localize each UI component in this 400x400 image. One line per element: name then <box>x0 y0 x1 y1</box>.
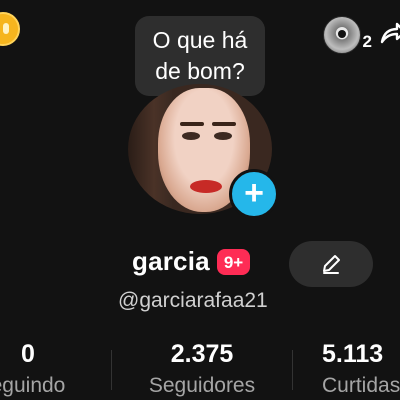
profile-handle: @garciarafaa21 <box>118 289 268 312</box>
share-arrow-icon[interactable] <box>380 22 400 44</box>
pencil-icon <box>323 255 340 274</box>
friends-count: 2 <box>362 32 372 51</box>
likes-count: 5.113 <box>322 340 384 368</box>
bubble-text-line2: de bom? <box>155 58 245 84</box>
friends-button[interactable]: 2 <box>322 16 372 54</box>
followers-count: 2.375 <box>170 340 234 368</box>
coin-icon[interactable] <box>0 12 20 46</box>
add-story-button[interactable]: + <box>229 169 279 219</box>
profile-name-row: garcia 9+ <box>132 246 251 277</box>
profile-name: garcia <box>132 246 210 276</box>
likes-label: Curtidas <box>322 374 400 397</box>
avatar-lips <box>190 180 222 193</box>
avatar-eye-right <box>214 132 232 140</box>
stat-divider <box>292 350 293 390</box>
friend-avatar <box>322 16 361 54</box>
plus-icon: + <box>244 173 264 212</box>
bubble-text-line1: O que há <box>152 27 248 53</box>
avatar-brow-left <box>180 122 204 126</box>
notification-badge[interactable]: 9+ <box>216 248 251 275</box>
stat-followers[interactable]: 2.375 Seguidores <box>137 340 267 398</box>
stat-likes[interactable]: 5.113 Curtidas <box>322 340 400 398</box>
following-label: eguindo <box>0 374 66 397</box>
followers-label: Seguidores <box>148 374 256 397</box>
avatar-brow-right <box>212 122 236 126</box>
following-count: 0 <box>21 340 35 368</box>
avatar-eye-left <box>182 132 200 140</box>
stat-divider <box>111 350 112 390</box>
edit-profile-button[interactable] <box>289 241 373 287</box>
stat-following[interactable]: 0 eguindo <box>0 340 78 398</box>
